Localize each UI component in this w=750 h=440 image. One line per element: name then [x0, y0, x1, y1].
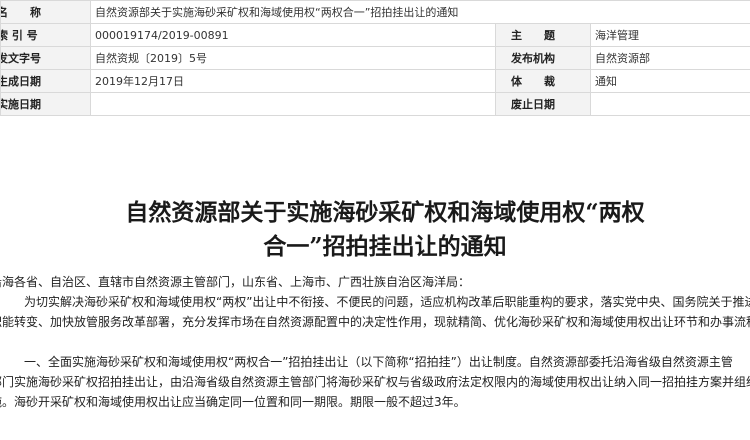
meta-value-effective — [90, 92, 496, 116]
meta-label-genre: 体 裁 — [495, 69, 591, 93]
body-paragraph-intro-line-2: 职能转变、加快放管服务改革部署，充分发挥市场在自然资源配置中的决定性作用，现就精… — [0, 315, 750, 329]
meta-label-doc-number: 发文字号 — [0, 46, 91, 70]
meta-value-genre: 通知 — [589, 69, 750, 93]
meta-row-doc-number: 发文字号 自然资规〔2019〕5号 发布机构 自然资源部 — [0, 46, 750, 70]
body-paragraph-section-1-line-3: 施。海砂开采矿权和海域使用权出让应当确定同一位置和同一期限。期限一般不超过3年。 — [0, 395, 466, 409]
meta-label-expiry: 废止日期 — [495, 92, 591, 116]
meta-label-name: 名 称 — [0, 0, 91, 24]
meta-value-date: 2019年12月17日 — [90, 69, 496, 93]
body-paragraph-intro-line-1: 为切实解决海砂采矿权和海域使用权“两权”出让中不衔接、不便民的问题，适应机构改革… — [12, 295, 750, 309]
meta-value-topic: 海洋管理 — [589, 23, 750, 47]
meta-label-topic: 主 题 — [495, 23, 591, 47]
meta-value-doc-number: 自然资规〔2019〕5号 — [90, 46, 496, 70]
meta-value-publisher: 自然资源部 — [589, 46, 750, 70]
meta-label-effective: 实施日期 — [0, 92, 91, 116]
body-paragraph-section-1-line-1: 一、全面实施海砂采矿权和海域使用权“两权合一”招拍挂出让（以下简称“招拍挂”）出… — [12, 355, 733, 369]
meta-value-expiry — [589, 92, 750, 116]
document-title-line-2: 合一”招拍挂出让的通知 — [263, 233, 507, 260]
meta-row-date: 生成日期 2019年12月17日 体 裁 通知 — [0, 69, 750, 93]
body-paragraph-section-1-line-2: 部门实施海砂采矿权招拍挂出让，由沿海省级自然资源主管部门将海砂采矿权与省级政府法… — [0, 375, 750, 389]
meta-row-effective: 实施日期 废止日期 — [0, 92, 750, 116]
meta-label-publisher: 发布机构 — [495, 46, 591, 70]
document-metadata-table: 名 称 自然资源部关于实施海砂采矿权和海域使用权“两权合一”招拍挂出让的通知 索… — [0, 0, 750, 116]
meta-label-date: 生成日期 — [0, 69, 91, 93]
meta-value-index: 000019174/2019-00891 — [90, 23, 496, 47]
meta-row-name: 名 称 自然资源部关于实施海砂采矿权和海域使用权“两权合一”招拍挂出让的通知 — [0, 0, 750, 24]
document-body: 沿海各省、自治区、直辖市自然资源主管部门，山东省、上海市、广西壮族自治区海洋局：… — [0, 272, 750, 412]
meta-label-index: 索 引 号 — [0, 23, 91, 47]
meta-row-index: 索 引 号 000019174/2019-00891 主 题 海洋管理 — [0, 23, 750, 47]
body-salutation: 沿海各省、自治区、直辖市自然资源主管部门，山东省、上海市、广西壮族自治区海洋局： — [0, 275, 471, 289]
meta-value-name: 自然资源部关于实施海砂采矿权和海域使用权“两权合一”招拍挂出让的通知 — [89, 0, 750, 24]
document-title-line-1: 自然资源部关于实施海砂采矿权和海域使用权“两权 — [125, 199, 645, 226]
document-title: 自然资源部关于实施海砂采矿权和海域使用权“两权 合一”招拍挂出让的通知 — [100, 196, 670, 264]
